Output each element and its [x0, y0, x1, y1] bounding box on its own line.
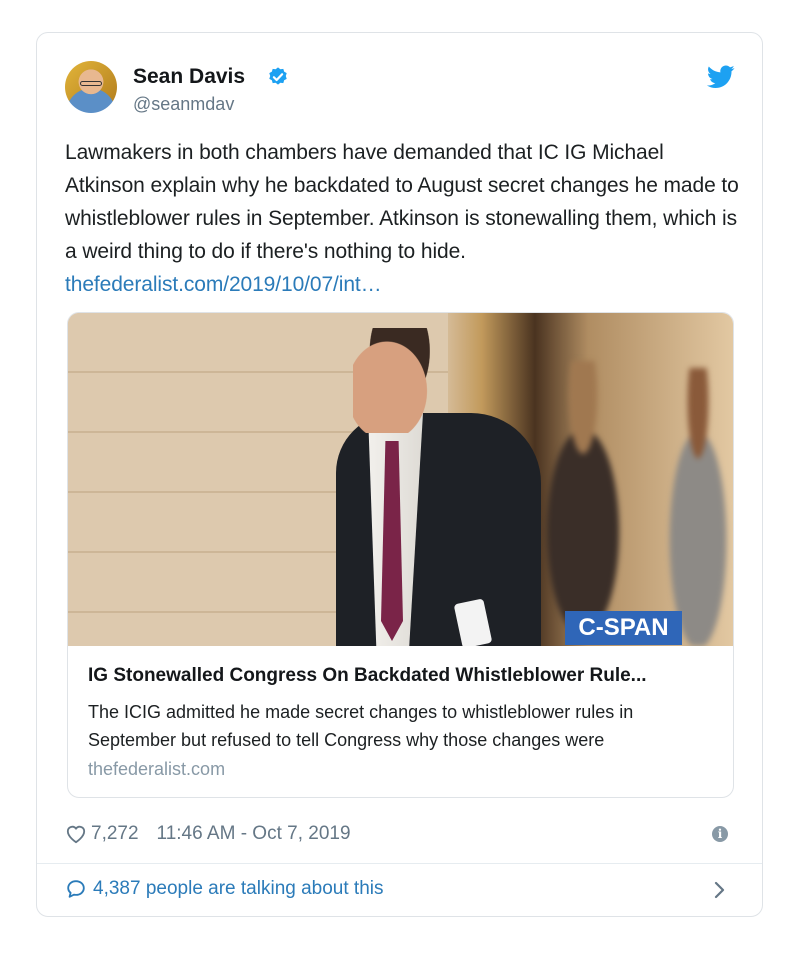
- info-icon[interactable]: i: [712, 826, 728, 842]
- cspan-logo: C-SPAN: [565, 611, 682, 645]
- speech-bubble-icon: [67, 880, 85, 898]
- article-image: C-SPAN: [68, 313, 733, 646]
- tweet-link[interactable]: thefederalist.com/2019/10/07/int…: [65, 273, 382, 296]
- tweet-card: Sean Davis @seanmdav Lawmakers in both c…: [36, 32, 763, 917]
- tweet-body: Lawmakers in both chambers have demanded…: [65, 141, 739, 263]
- verified-badge-icon: [269, 67, 287, 85]
- tweet-text: Lawmakers in both chambers have demanded…: [65, 136, 745, 301]
- heart-icon[interactable]: [65, 824, 87, 844]
- link-preview-card[interactable]: C-SPAN IG Stonewalled Congress On Backda…: [67, 312, 734, 798]
- chevron-right-icon[interactable]: [713, 880, 727, 900]
- talking-count: 4,387 people are talking about this: [93, 878, 384, 899]
- twitter-bird-icon[interactable]: [707, 65, 735, 89]
- article-description: The ICIG admitted he made secret changes…: [88, 702, 634, 750]
- avatar[interactable]: [65, 61, 117, 113]
- author-name[interactable]: Sean Davis: [133, 65, 245, 89]
- divider: [37, 863, 762, 864]
- tweet-meta: 7,272 11:46 AM - Oct 7, 2019: [65, 821, 351, 847]
- article-title[interactable]: IG Stonewalled Congress On Backdated Whi…: [88, 665, 718, 687]
- author-handle[interactable]: @seanmdav: [133, 94, 234, 115]
- article-domain: thefederalist.com: [88, 759, 226, 779]
- timestamp[interactable]: 11:46 AM - Oct 7, 2019: [157, 823, 351, 845]
- like-count[interactable]: 7,272: [91, 823, 139, 845]
- conversation-link[interactable]: 4,387 people are talking about this: [65, 878, 384, 900]
